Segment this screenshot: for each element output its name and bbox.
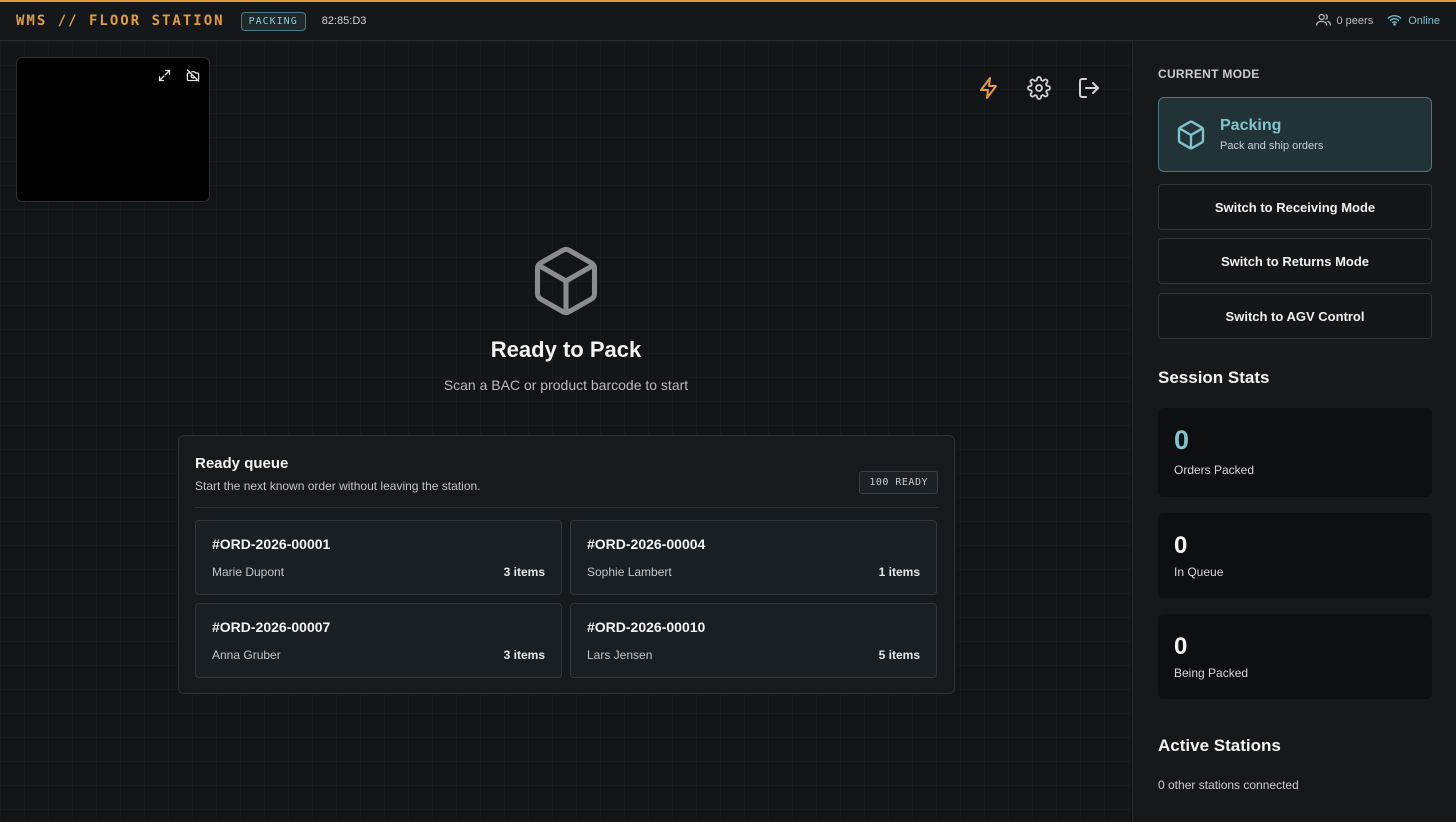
order-item-count: 3 items — [503, 565, 545, 579]
camera-preview[interactable] — [16, 57, 210, 202]
ready-count-badge: 100 READY — [859, 471, 938, 494]
logout-icon[interactable] — [1076, 75, 1102, 101]
ready-queue-panel: Ready queue Start the next known order w… — [178, 435, 955, 694]
session-stats-title: Session Stats — [1158, 368, 1270, 387]
order-customer: Sophie Lambert — [587, 565, 672, 579]
active-stations-text: 0 other stations connected — [1158, 778, 1299, 792]
order-id: #ORD-2026-00007 — [212, 619, 331, 635]
current-mode-card: Packing Pack and ship orders — [1158, 97, 1432, 172]
switch-returns-button[interactable]: Switch to Returns Mode — [1158, 238, 1432, 284]
action-toolbar — [976, 75, 1102, 101]
stat-label: Being Packed — [1174, 666, 1249, 680]
order-item-count: 1 items — [878, 565, 920, 579]
order-item-count: 3 items — [503, 648, 545, 662]
current-mode-label: CURRENT MODE — [1158, 67, 1260, 81]
stat-card-being-packed: 0 Being Packed — [1158, 614, 1432, 699]
order-card[interactable]: #ORD-2026-00007 Anna Gruber 3 items — [195, 603, 562, 678]
current-mode-title: Packing — [1220, 117, 1282, 134]
station-id: 82:85:D3 — [321, 15, 367, 27]
peers-count: 0 peers — [1336, 15, 1374, 27]
peers-indicator: 0 peers — [1315, 13, 1374, 29]
order-item-count: 5 items — [878, 648, 920, 662]
queue-title: Ready queue — [195, 455, 289, 472]
sidebar: CURRENT MODE Packing Pack and ship order… — [1132, 41, 1456, 822]
order-customer: Marie Dupont — [212, 565, 285, 579]
package-icon — [1175, 118, 1207, 157]
stat-label: In Queue — [1174, 565, 1224, 579]
stat-value: 0 — [1174, 425, 1190, 455]
gear-icon[interactable] — [1026, 75, 1052, 101]
order-customer: Lars Jensen — [587, 648, 653, 662]
camera-off-icon[interactable] — [184, 66, 202, 84]
main-area: Ready to Pack Scan a BAC or product barc… — [0, 41, 1132, 822]
order-card[interactable]: #ORD-2026-00001 Marie Dupont 3 items — [195, 520, 562, 595]
lightning-icon[interactable] — [976, 75, 1002, 101]
users-icon — [1315, 13, 1331, 29]
status-area: 0 peers Online — [1315, 13, 1440, 29]
order-customer: Anna Gruber — [212, 648, 281, 662]
active-stations-title: Active Stations — [1158, 736, 1281, 755]
ready-subtitle: Scan a BAC or product barcode to start — [443, 377, 689, 393]
queue-divider — [195, 507, 938, 508]
stat-card-orders-packed: 0 Orders Packed — [1158, 408, 1432, 497]
wifi-icon — [1387, 14, 1402, 29]
top-bar: WMS // FLOOR STATION PACKING 82:85:D3 0 … — [0, 0, 1456, 41]
package-icon — [0, 241, 1132, 321]
stat-value: 0 — [1174, 532, 1188, 559]
stat-label: Orders Packed — [1174, 463, 1255, 477]
queue-subtitle: Start the next known order without leavi… — [195, 479, 481, 493]
expand-icon[interactable] — [155, 66, 173, 84]
app-title: WMS // FLOOR STATION — [16, 13, 225, 29]
order-card[interactable]: #ORD-2026-00010 Lars Jensen 5 items — [570, 603, 937, 678]
order-id: #ORD-2026-00010 — [587, 619, 706, 635]
stat-card-in-queue: 0 In Queue — [1158, 513, 1432, 598]
order-id: #ORD-2026-00004 — [587, 536, 706, 552]
connection-label: Online — [1408, 15, 1440, 27]
connection-status: Online — [1387, 14, 1440, 29]
stat-value: 0 — [1174, 633, 1188, 660]
switch-receiving-button[interactable]: Switch to Receiving Mode — [1158, 184, 1432, 230]
order-card[interactable]: #ORD-2026-00004 Sophie Lambert 1 items — [570, 520, 937, 595]
ready-title: Ready to Pack — [490, 337, 642, 362]
switch-agv-button[interactable]: Switch to AGV Control — [1158, 293, 1432, 339]
ready-state: Ready to Pack Scan a BAC or product barc… — [0, 241, 1132, 393]
order-id: #ORD-2026-00001 — [212, 536, 331, 552]
current-mode-subtitle: Pack and ship orders — [1220, 140, 1324, 152]
mode-badge: PACKING — [240, 11, 306, 31]
